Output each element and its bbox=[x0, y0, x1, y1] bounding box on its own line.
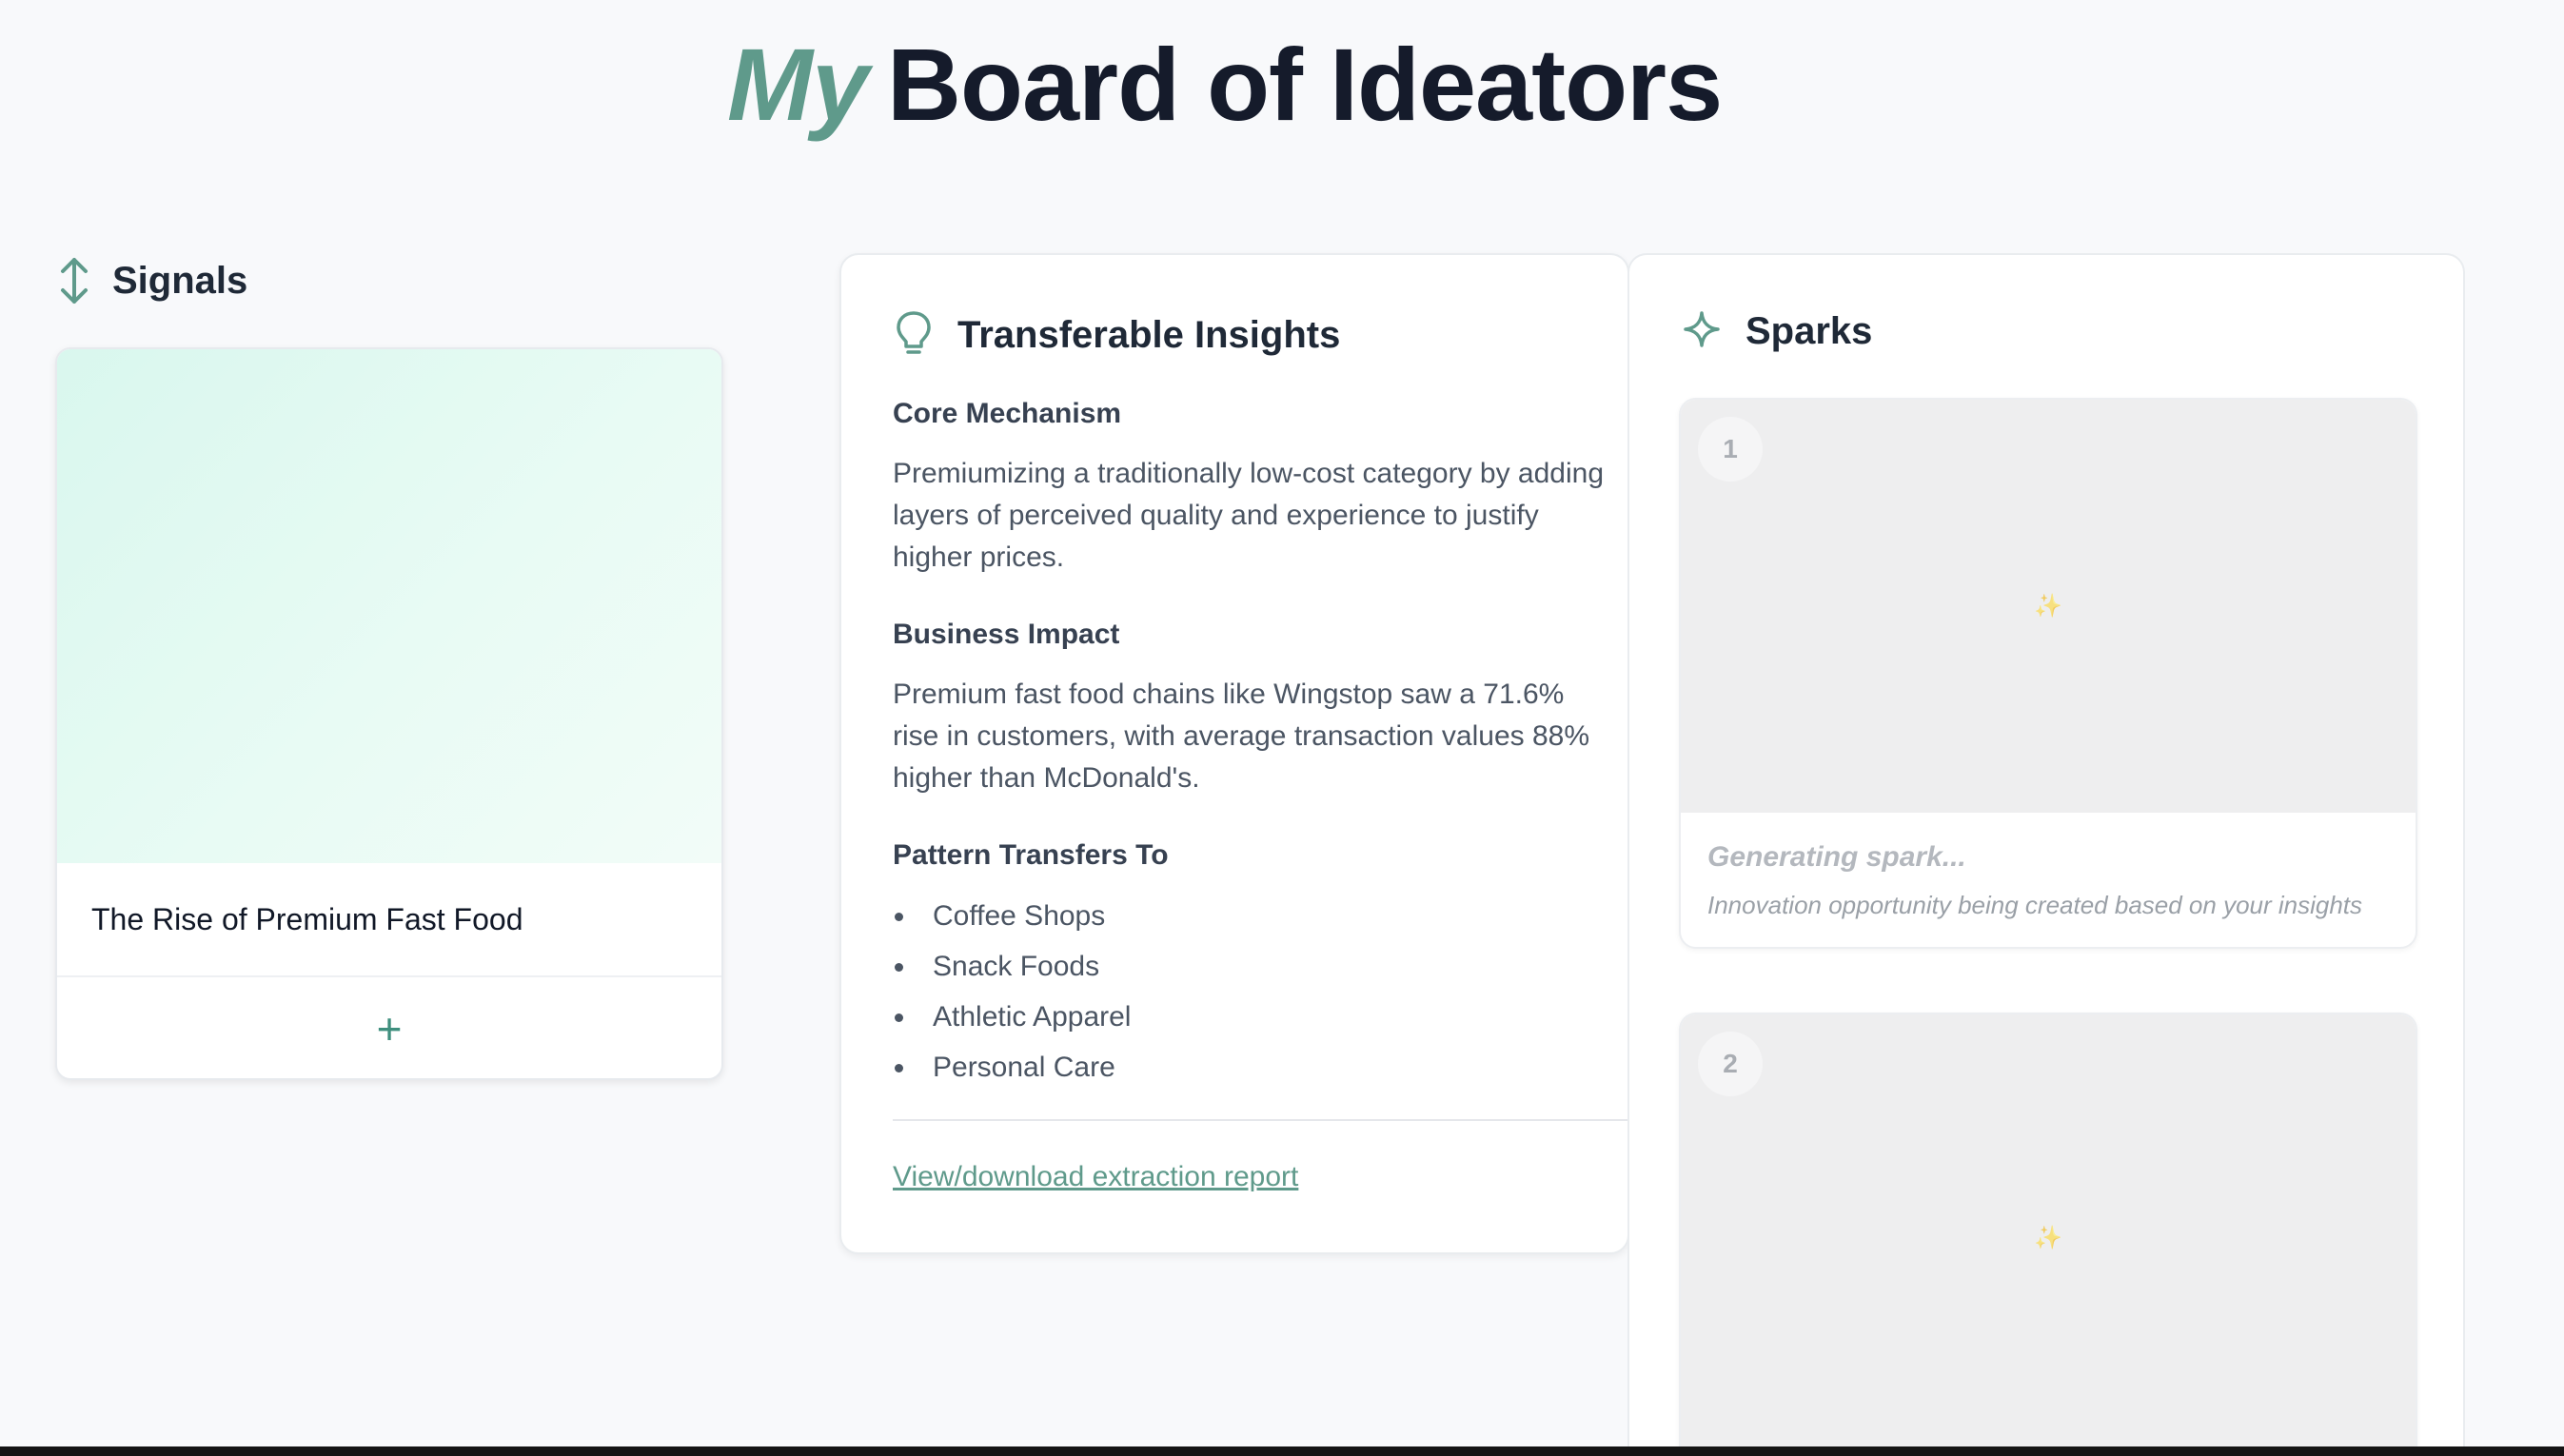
spark-card[interactable]: 2 ✨ bbox=[1679, 1013, 2417, 1456]
list-item: Coffee Shops bbox=[893, 891, 1612, 941]
sparkles-icon: ✨ bbox=[2034, 1225, 2062, 1251]
page-title: My Board of Ideators bbox=[727, 27, 1723, 142]
signal-card[interactable]: The Rise of Premium Fast Food + bbox=[55, 347, 723, 1080]
page-title-main: Board of Ideators bbox=[887, 27, 1723, 142]
spark-number-badge: 1 bbox=[1698, 417, 1763, 482]
sparks-header: Sparks bbox=[1683, 310, 1872, 353]
sparkle-icon bbox=[1683, 310, 1721, 353]
insights-title: Transferable Insights bbox=[957, 314, 1341, 356]
pattern-transfers-list: Coffee Shops Snack Foods Athletic Appare… bbox=[893, 891, 1612, 1092]
lightbulb-icon bbox=[895, 310, 933, 361]
spark-status-description: Innovation opportunity being created bas… bbox=[1707, 891, 2363, 919]
bottom-bar bbox=[0, 1446, 2564, 1456]
list-item: Snack Foods bbox=[893, 941, 1612, 992]
sparkles-icon: ✨ bbox=[2034, 593, 2062, 620]
spark-body: Generating spark... Innovation opportuni… bbox=[1681, 813, 2416, 947]
core-mechanism-text: Premiumizing a traditionally low-cost ca… bbox=[893, 458, 1605, 573]
sparks-title: Sparks bbox=[1745, 310, 1873, 352]
spark-number-badge: 2 bbox=[1698, 1032, 1763, 1096]
extraction-report-link[interactable]: View/download extraction report bbox=[893, 1161, 1298, 1193]
list-item: Athletic Apparel bbox=[893, 992, 1612, 1042]
business-impact-heading: Business Impact bbox=[893, 619, 1120, 650]
list-item: Personal Care bbox=[893, 1042, 1612, 1092]
spark-status-title: Generating spark... bbox=[1707, 841, 1966, 873]
add-signal-button[interactable]: + bbox=[57, 977, 721, 1078]
sparks-card: Sparks 1 ✨ Generating spark... Innovatio… bbox=[1627, 253, 2465, 1456]
spark-image-placeholder: 1 ✨ bbox=[1681, 400, 2416, 813]
signal-title: The Rise of Premium Fast Food bbox=[57, 863, 721, 977]
business-impact-text: Premium fast food chains like Wingstop s… bbox=[893, 679, 1590, 794]
signals-title: Signals bbox=[112, 259, 248, 302]
signal-image bbox=[57, 349, 721, 863]
core-mechanism-heading: Core Mechanism bbox=[893, 398, 1122, 429]
insights-card: Transferable Insights Core Mechanism Pre… bbox=[839, 253, 1631, 1254]
page-title-accent: My bbox=[727, 27, 869, 142]
insights-body: Core Mechanism Premiumizing a traditiona… bbox=[893, 398, 1612, 1092]
spark-card[interactable]: 1 ✨ Generating spark... Innovation oppor… bbox=[1679, 398, 2417, 949]
vertical-arrows-icon bbox=[57, 257, 91, 305]
signals-header: Signals bbox=[57, 257, 247, 305]
main-panel: Transferable Insights Core Mechanism Pre… bbox=[839, 253, 2465, 1456]
pattern-transfers-heading: Pattern Transfers To bbox=[893, 839, 1169, 871]
insights-header: Transferable Insights bbox=[895, 310, 1340, 361]
divider bbox=[893, 1119, 1631, 1121]
spark-image-placeholder: 2 ✨ bbox=[1681, 1014, 2416, 1456]
